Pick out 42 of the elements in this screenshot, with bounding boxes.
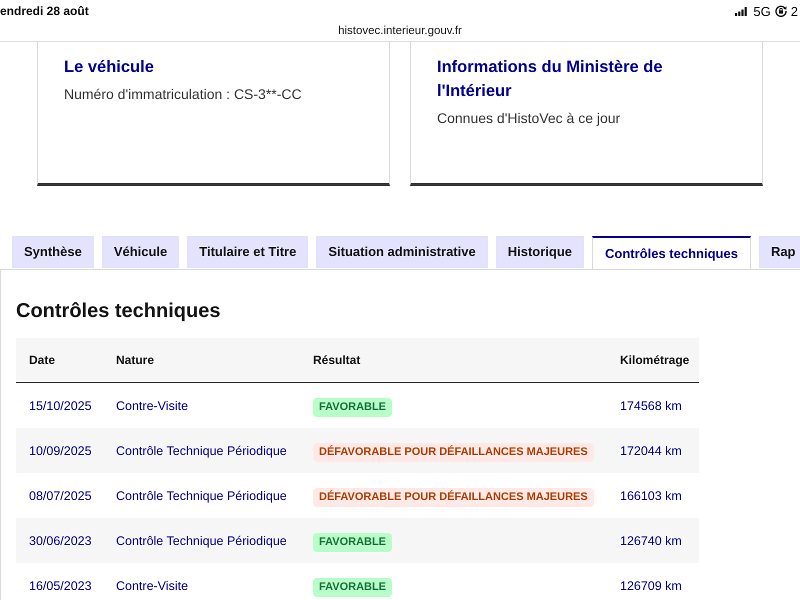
- date-cell: 30/06/2023: [29, 534, 92, 548]
- mileage-cell: 174568 km: [620, 398, 682, 412]
- card-text: Connues d'HistoVec à ce jour: [437, 109, 620, 128]
- tab[interactable]: Synthèse: [12, 236, 94, 268]
- result-badge: DÉFAVORABLE POUR DÉFAILLANCES MAJEURES: [313, 442, 594, 462]
- card-text: Numéro d'immatriculation : CS-3**-CC: [64, 85, 302, 104]
- nature-cell: Contrôle Technique Périodique: [116, 534, 287, 548]
- signal-bars-icon: [735, 6, 748, 16]
- date-cell: 10/09/2025: [29, 444, 92, 458]
- tab[interactable]: Contrôles techniques: [592, 236, 751, 269]
- tab[interactable]: Titulaire et Titre: [187, 236, 308, 268]
- column-header: Nature: [116, 353, 154, 367]
- tab[interactable]: Véhicule: [102, 236, 180, 268]
- panel-heading: Contrôles techniques: [16, 299, 220, 324]
- mileage-cell: 126709 km: [620, 578, 682, 592]
- result-badge: FAVORABLE: [313, 578, 392, 596]
- column-header: Date: [29, 353, 56, 367]
- url-text: histovec.interieur.gouv.fr: [338, 26, 462, 38]
- nature-cell: Contrôle Technique Périodique: [116, 444, 287, 458]
- card-title: Le véhicule: [64, 57, 154, 78]
- date-cell: 15/10/2025: [29, 398, 92, 412]
- orientation-lock-icon: [774, 5, 787, 17]
- nature-cell: Contre-Visite: [116, 398, 188, 412]
- nature-cell: Contre-Visite: [116, 578, 188, 592]
- status-date: endredi 28 août: [0, 5, 89, 17]
- network-label: 5G: [753, 4, 771, 18]
- mileage-cell: 166103 km: [620, 488, 682, 502]
- tab[interactable]: Historique: [496, 236, 584, 268]
- result-badge: FAVORABLE: [313, 398, 392, 416]
- tab[interactable]: Situation administrative: [316, 236, 488, 268]
- column-header: Résultat: [313, 353, 360, 367]
- result-badge: FAVORABLE: [313, 532, 392, 552]
- date-cell: 08/07/2025: [29, 488, 92, 502]
- column-header: Kilométrage: [620, 353, 690, 367]
- mileage-cell: 126740 km: [620, 534, 682, 548]
- result-badge: DÉFAVORABLE POUR DÉFAILLANCES MAJEURES: [313, 488, 594, 506]
- date-cell: 16/05/2023: [29, 578, 92, 592]
- nature-cell: Contrôle Technique Périodique: [116, 488, 287, 502]
- card-title: Informations du Ministère de l'Intérieur: [437, 57, 664, 102]
- tab[interactable]: Rap: [758, 236, 800, 268]
- battery-percent: 2: [790, 4, 798, 18]
- mileage-cell: 172044 km: [620, 444, 682, 458]
